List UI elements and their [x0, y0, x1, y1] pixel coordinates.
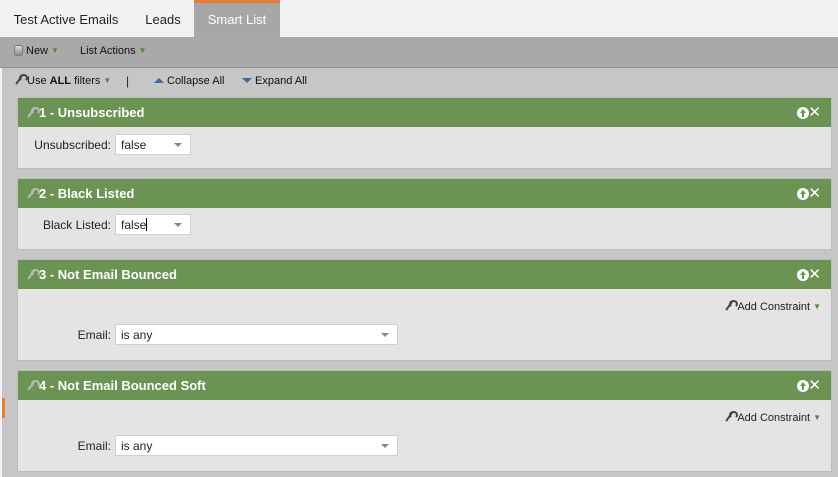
- new-label: New: [26, 45, 49, 57]
- filter-title: 2 - Black Listed: [39, 186, 135, 201]
- collapse-icon: [154, 78, 164, 83]
- database-icon: [14, 45, 23, 56]
- chevron-down-icon: ▼: [51, 46, 59, 55]
- tab-leads[interactable]: Leads: [132, 0, 194, 37]
- wrench-icon: [26, 269, 40, 280]
- expand-all-button[interactable]: Expand All: [242, 75, 307, 87]
- filter-card-not-email-bounced: 3 - Not Email Bounced ✕ Add Constraint ▼ …: [17, 259, 832, 361]
- select-value: is any: [121, 328, 153, 342]
- chevron-down-icon: [174, 143, 182, 147]
- filter-header[interactable]: 4 - Not Email Bounced Soft ✕: [18, 371, 831, 400]
- move-up-icon[interactable]: [797, 188, 809, 200]
- unsubscribed-select[interactable]: false: [115, 134, 191, 155]
- filter-header[interactable]: 2 - Black Listed ✕: [18, 179, 831, 208]
- expand-icon: [242, 78, 252, 83]
- tab-bar: Test Active Emails Leads Smart List: [0, 0, 838, 37]
- smart-list-panel: Use ALL filters ▼ | Collapse All Expand A…: [2, 68, 838, 477]
- wrench-icon: [724, 300, 739, 311]
- tab-smart-list[interactable]: Smart List: [194, 0, 280, 37]
- chevron-down-icon: ▼: [138, 46, 147, 55]
- move-up-icon[interactable]: [797, 107, 809, 119]
- wrench-icon: [14, 74, 28, 85]
- wrench-icon: [26, 107, 40, 118]
- new-button[interactable]: New ▼: [14, 45, 59, 57]
- filter-card-black-listed: 2 - Black Listed ✕ Black Listed: false: [17, 178, 832, 250]
- collapse-all-label: Collapse All: [167, 75, 225, 87]
- select-value: false: [121, 138, 147, 152]
- select-value: false: [121, 218, 147, 232]
- side-accent: [2, 398, 5, 418]
- field-label: Black Listed:: [42, 218, 111, 232]
- filter-bar: Use ALL filters ▼ | Collapse All Expand A…: [2, 68, 838, 96]
- field-label: Email:: [77, 328, 111, 342]
- close-icon[interactable]: ✕: [808, 260, 821, 289]
- list-actions-button[interactable]: List Actions ▼: [80, 45, 147, 57]
- toolbar: New ▼ List Actions ▼: [0, 37, 838, 68]
- text-cursor: [146, 218, 148, 231]
- close-icon[interactable]: ✕: [808, 179, 821, 208]
- chevron-down-icon: ▼: [813, 302, 821, 311]
- black-listed-select[interactable]: false: [115, 214, 191, 235]
- separator: |: [126, 74, 130, 88]
- field-label: Email:: [77, 439, 111, 453]
- use-all-filters-dropdown[interactable]: Use ALL filters ▼: [14, 74, 112, 87]
- expand-all-label: Expand All: [255, 75, 307, 87]
- move-up-icon[interactable]: [797, 269, 809, 281]
- list-actions-label: List Actions: [80, 45, 136, 57]
- filter-card-not-email-bounced-soft: 4 - Not Email Bounced Soft ✕ Add Constra…: [17, 370, 832, 472]
- email-select[interactable]: is any: [115, 324, 398, 345]
- add-constraint-button[interactable]: Add Constraint ▼: [724, 300, 821, 313]
- close-icon[interactable]: ✕: [808, 371, 821, 400]
- wrench-icon: [26, 188, 40, 199]
- filter-header[interactable]: 3 - Not Email Bounced ✕: [18, 260, 831, 289]
- chevron-down-icon: [174, 223, 182, 227]
- add-constraint-label: Add Constraint: [737, 412, 811, 424]
- chevron-down-icon: ▼: [813, 413, 821, 422]
- add-constraint-button[interactable]: Add Constraint ▼: [724, 411, 821, 424]
- field-label: Unsubscribed:: [34, 138, 111, 152]
- chevron-down-icon: [381, 444, 389, 448]
- select-value: is any: [121, 439, 153, 453]
- use-all-bold: ALL: [49, 75, 72, 87]
- chevron-down-icon: ▼: [103, 76, 112, 85]
- use-all-prefix: Use: [27, 75, 50, 87]
- filter-header[interactable]: 1 - Unsubscribed ✕: [18, 98, 831, 127]
- filter-title: 4 - Not Email Bounced Soft: [39, 378, 206, 393]
- use-all-suffix: filters: [71, 75, 101, 87]
- move-up-icon[interactable]: [797, 380, 809, 392]
- wrench-icon: [26, 380, 40, 391]
- filter-card-unsubscribed: 1 - Unsubscribed ✕ Unsubscribed: false: [17, 97, 832, 169]
- collapse-all-button[interactable]: Collapse All: [154, 75, 224, 87]
- tab-test-active-emails[interactable]: Test Active Emails: [0, 0, 132, 37]
- filter-title: 3 - Not Email Bounced: [39, 267, 177, 282]
- chevron-down-icon: [381, 333, 389, 337]
- close-icon[interactable]: ✕: [808, 98, 821, 127]
- email-select[interactable]: is any: [115, 435, 398, 456]
- wrench-icon: [724, 411, 739, 422]
- add-constraint-label: Add Constraint: [737, 301, 811, 313]
- filter-title: 1 - Unsubscribed: [39, 105, 145, 120]
